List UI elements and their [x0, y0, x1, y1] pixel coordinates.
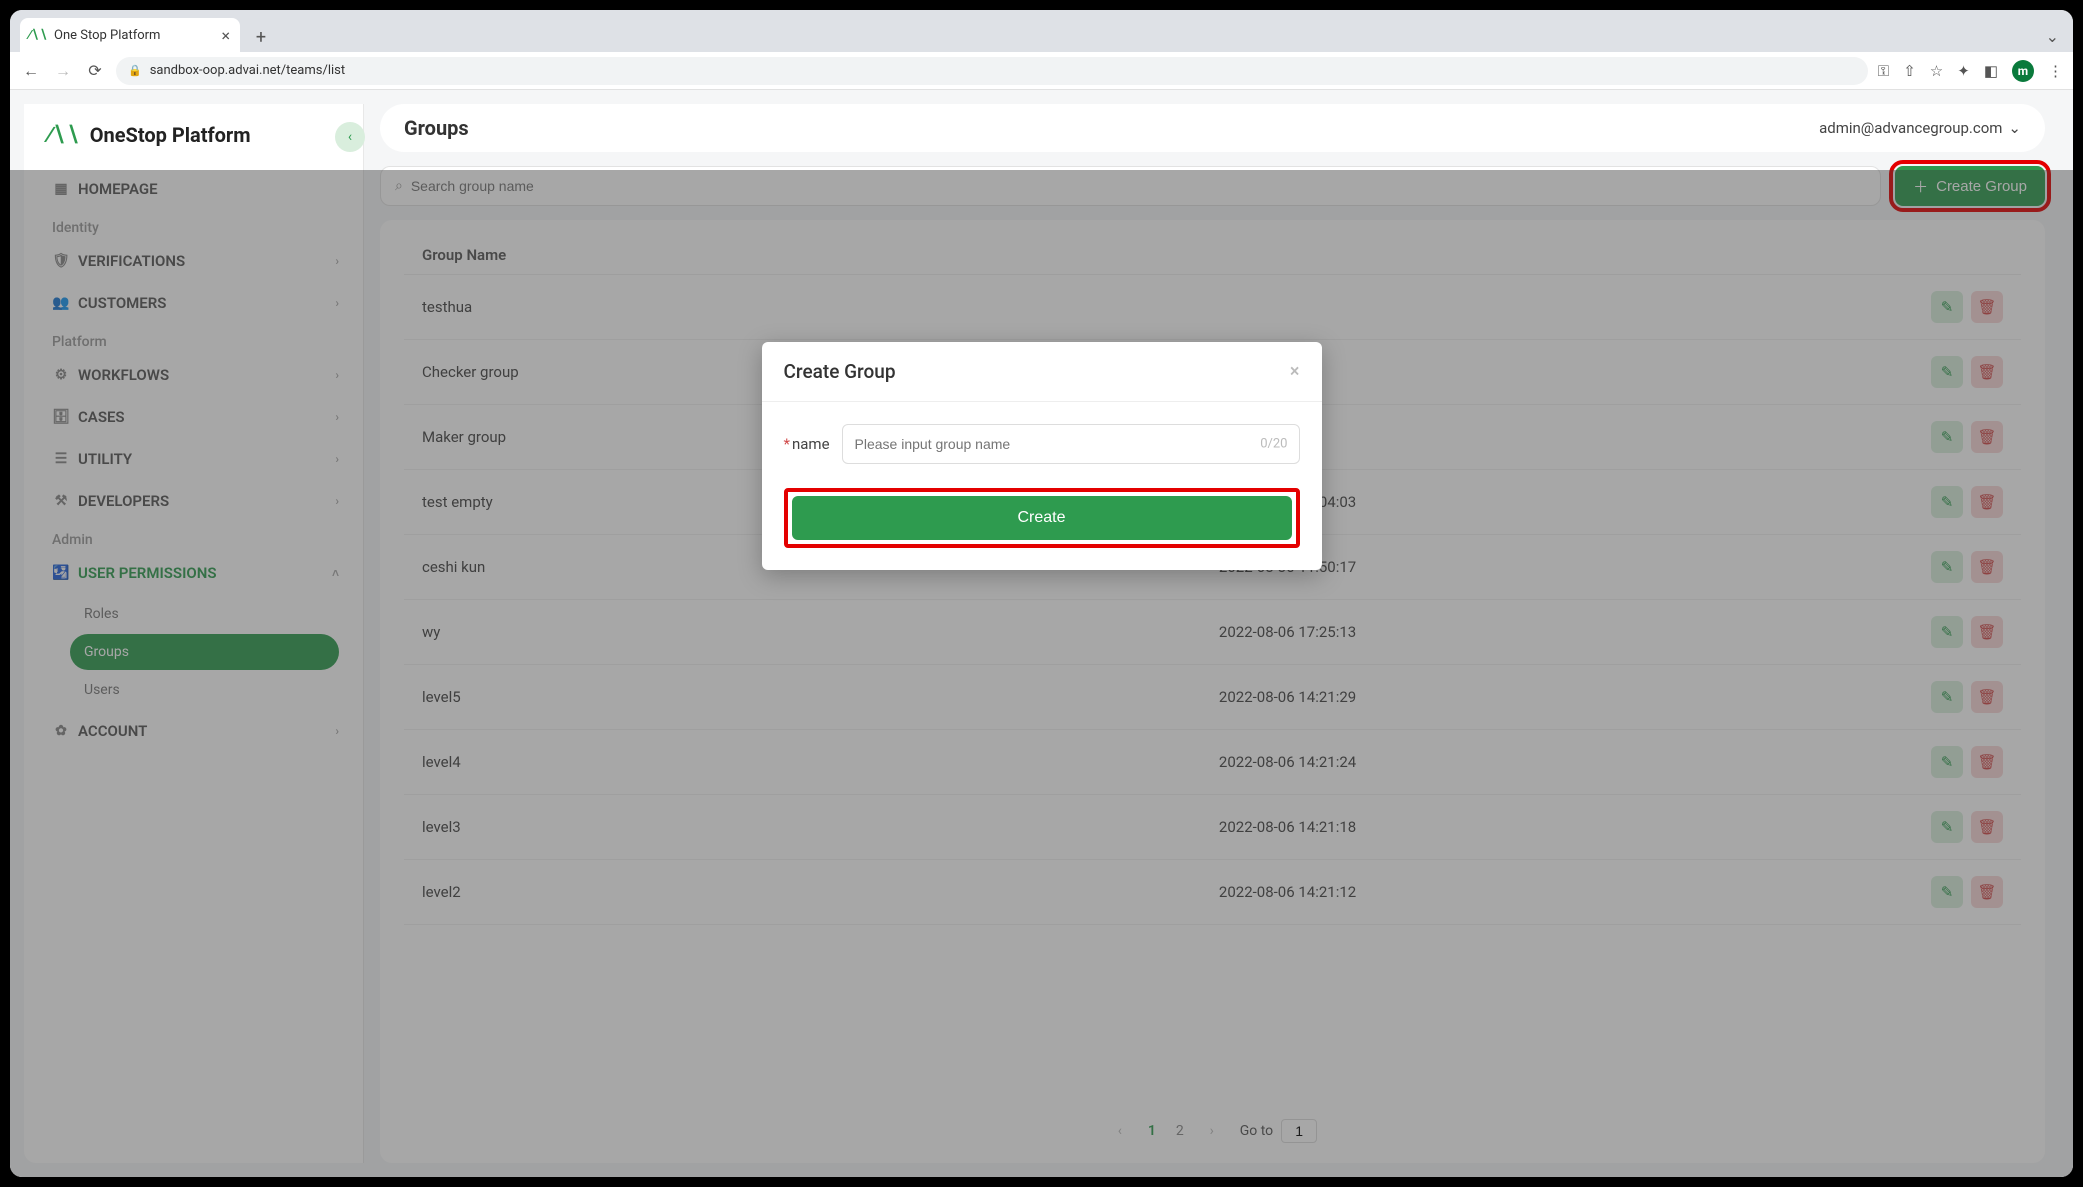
back-button[interactable]: ←: [20, 60, 42, 82]
chevron-down-icon: ⌄: [2008, 119, 2021, 137]
modal-close-button[interactable]: ×: [1290, 361, 1300, 382]
logo[interactable]: ∕∖∖ OneStop Platform: [48, 122, 349, 148]
modal-create-button[interactable]: Create: [792, 496, 1292, 540]
app-name: OneStop Platform: [90, 123, 251, 147]
modal-header: Create Group ×: [762, 342, 1322, 402]
browser-tab[interactable]: ∕∖∖ One Stop Platform ×: [20, 18, 240, 52]
panel-icon[interactable]: ◧: [1984, 62, 1998, 80]
url-input[interactable]: 🔒 sandbox-oop.advai.net/teams/list: [116, 57, 1868, 85]
extensions-icon[interactable]: ✦: [1957, 62, 1970, 80]
user-email: admin@advancegroup.com: [1819, 119, 2002, 137]
group-name-input[interactable]: [842, 424, 1300, 464]
key-icon[interactable]: ⚿: [1878, 62, 1889, 80]
address-bar: ← → ⟳ 🔒 sandbox-oop.advai.net/teams/list…: [10, 52, 2073, 90]
form-row-name: *name 0/20: [784, 424, 1300, 464]
window-caret-icon[interactable]: ⌄: [2046, 27, 2073, 52]
new-tab-button[interactable]: +: [246, 22, 276, 52]
topbar: Groups admin@advancegroup.com ⌄: [380, 104, 2045, 152]
create-group-modal: Create Group × *name 0/20 Create: [762, 342, 1322, 570]
page-title: Groups: [404, 116, 469, 140]
modal-overlay[interactable]: [10, 170, 2073, 1177]
share-icon[interactable]: ⇧: [1903, 62, 1916, 80]
modal-title: Create Group: [784, 360, 896, 383]
favicon-icon: ∕∖∖: [30, 27, 46, 43]
star-icon[interactable]: ☆: [1930, 62, 1943, 80]
logo-icon: ∕∖∖: [48, 122, 80, 148]
url-text: sandbox-oop.advai.net/teams/list: [150, 63, 345, 78]
profile-avatar[interactable]: m: [2012, 60, 2034, 82]
lock-icon: 🔒: [128, 64, 142, 77]
modal-create-label: Create: [1017, 509, 1065, 526]
collapse-sidebar-button[interactable]: ‹: [335, 122, 365, 152]
browser-tab-bar: ∕∖∖ One Stop Platform × + ⌄: [10, 10, 2073, 52]
tab-title: One Stop Platform: [54, 28, 160, 43]
form-label-name: *name: [784, 435, 830, 453]
reload-button[interactable]: ⟳: [84, 60, 106, 82]
highlight-box: Create: [784, 488, 1300, 548]
char-count: 0/20: [1260, 437, 1287, 452]
menu-icon[interactable]: ⋮: [2048, 62, 2063, 80]
close-tab-icon[interactable]: ×: [221, 26, 230, 45]
forward-button[interactable]: →: [52, 60, 74, 82]
user-menu[interactable]: admin@advancegroup.com ⌄: [1819, 119, 2021, 137]
